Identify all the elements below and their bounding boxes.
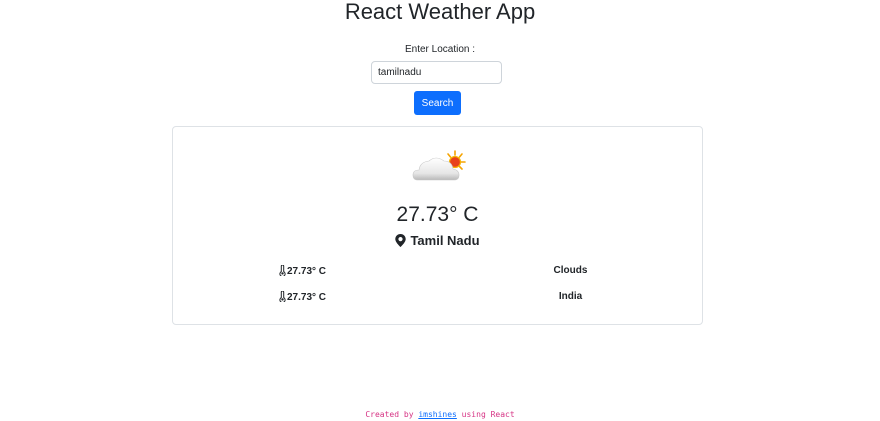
current-temperature: 27.73° C [396, 203, 479, 226]
max-temperature: 27.73° C [279, 291, 326, 303]
weather-condition: Clouds [553, 265, 588, 276]
search-button[interactable]: Search [414, 91, 461, 115]
location-input[interactable] [371, 61, 502, 84]
footer: Created by imshines using React [0, 410, 880, 419]
weather-card: 27.73° C Tamil Nadu 27.73° C Clouds 27.7… [172, 126, 703, 325]
max-temperature-value: 27.73° C [287, 292, 327, 303]
min-temperature-value: 27.73° C [287, 266, 327, 277]
map-pin-icon [395, 234, 407, 247]
author-link[interactable]: imshines [418, 410, 457, 419]
cloud-sun-icon [412, 150, 466, 181]
country: India [558, 291, 583, 302]
page-title: React Weather App [344, 0, 536, 24]
location-label: Enter Location : [404, 44, 476, 55]
thermometer-icon [279, 265, 286, 276]
thermometer-icon [279, 291, 286, 302]
location-text: Tamil Nadu [410, 233, 480, 248]
location-name: Tamil Nadu [173, 233, 702, 248]
footer-suffix: using React [456, 410, 515, 419]
footer-prefix: Created by [365, 410, 419, 419]
min-temperature: 27.73° C [279, 265, 326, 277]
